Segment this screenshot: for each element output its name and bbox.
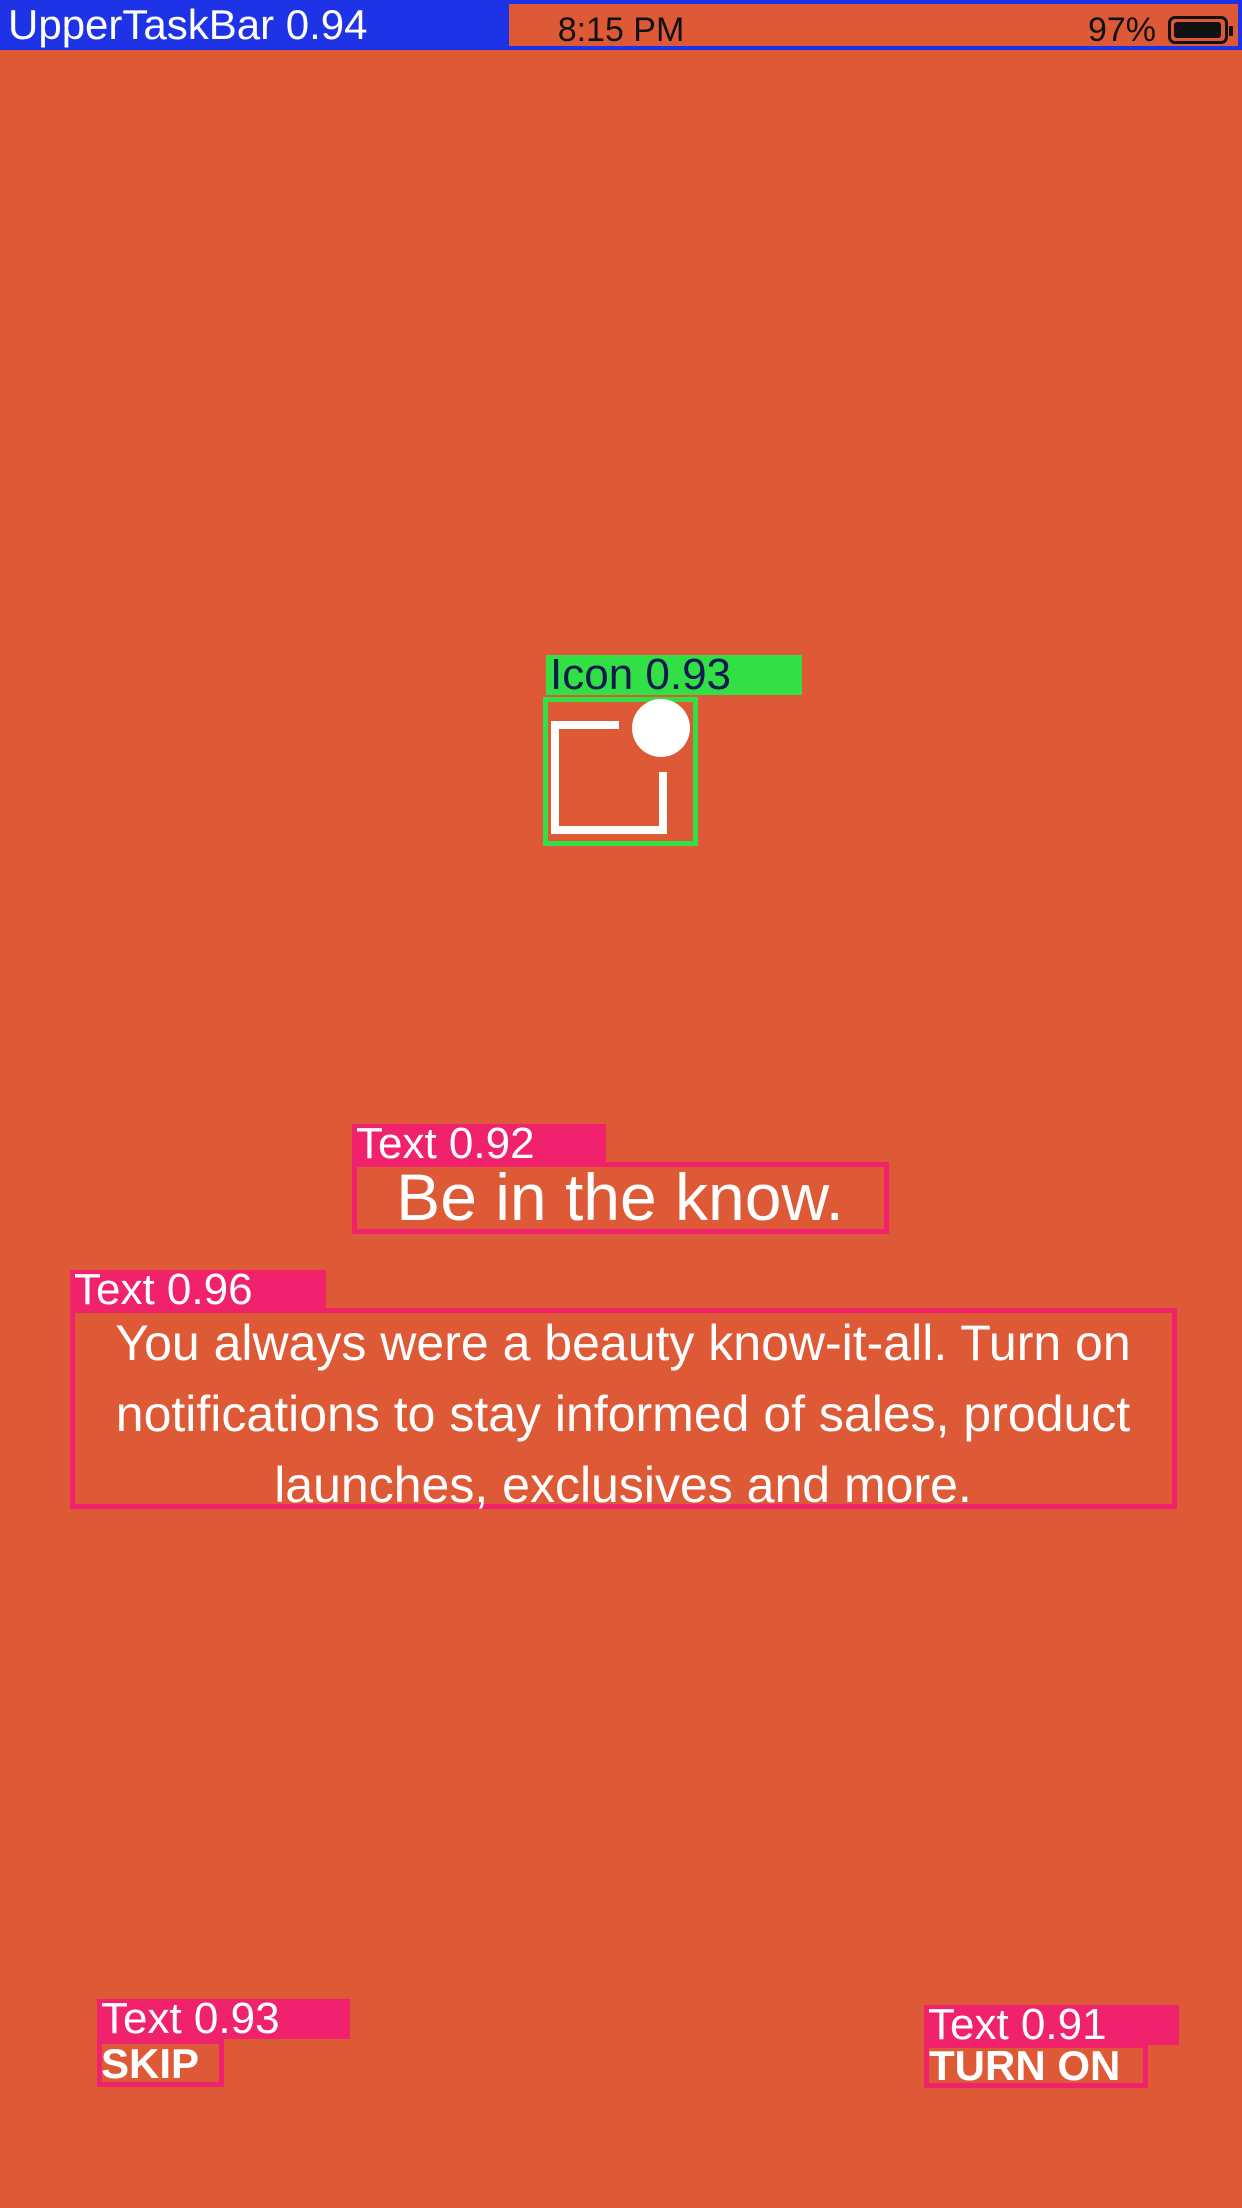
turn-on-annotation-label: Text 0.91 xyxy=(924,2003,1179,2047)
notification-prompt-screen: UpperTaskBar 0.94 8:15 PM 97% Icon 0.93 … xyxy=(0,0,1242,2208)
body-description: You always were a beauty know-it-all. Tu… xyxy=(115,1315,1131,1513)
status-bar: UpperTaskBar 0.94 8:15 PM 97% xyxy=(0,0,1242,50)
skip-annotation-label: Text 0.93 xyxy=(97,1997,350,2041)
turn-on-button[interactable]: TURN ON xyxy=(929,2044,1120,2088)
icon-annotation-label: Icon 0.93 xyxy=(546,653,802,697)
status-time: 8:15 PM xyxy=(557,11,685,49)
battery-percent: 97% xyxy=(1087,11,1156,49)
notification-bell-icon xyxy=(543,697,697,845)
headline-title: Be in the know. xyxy=(396,1160,844,1234)
battery-icon xyxy=(1168,16,1233,44)
skip-button[interactable]: SKIP xyxy=(101,2042,199,2086)
battery-fill xyxy=(1174,22,1221,38)
headline-annotation-label: Text 0.92 xyxy=(352,1122,606,1166)
body-annotation-label: Text 0.96 xyxy=(70,1268,326,1312)
